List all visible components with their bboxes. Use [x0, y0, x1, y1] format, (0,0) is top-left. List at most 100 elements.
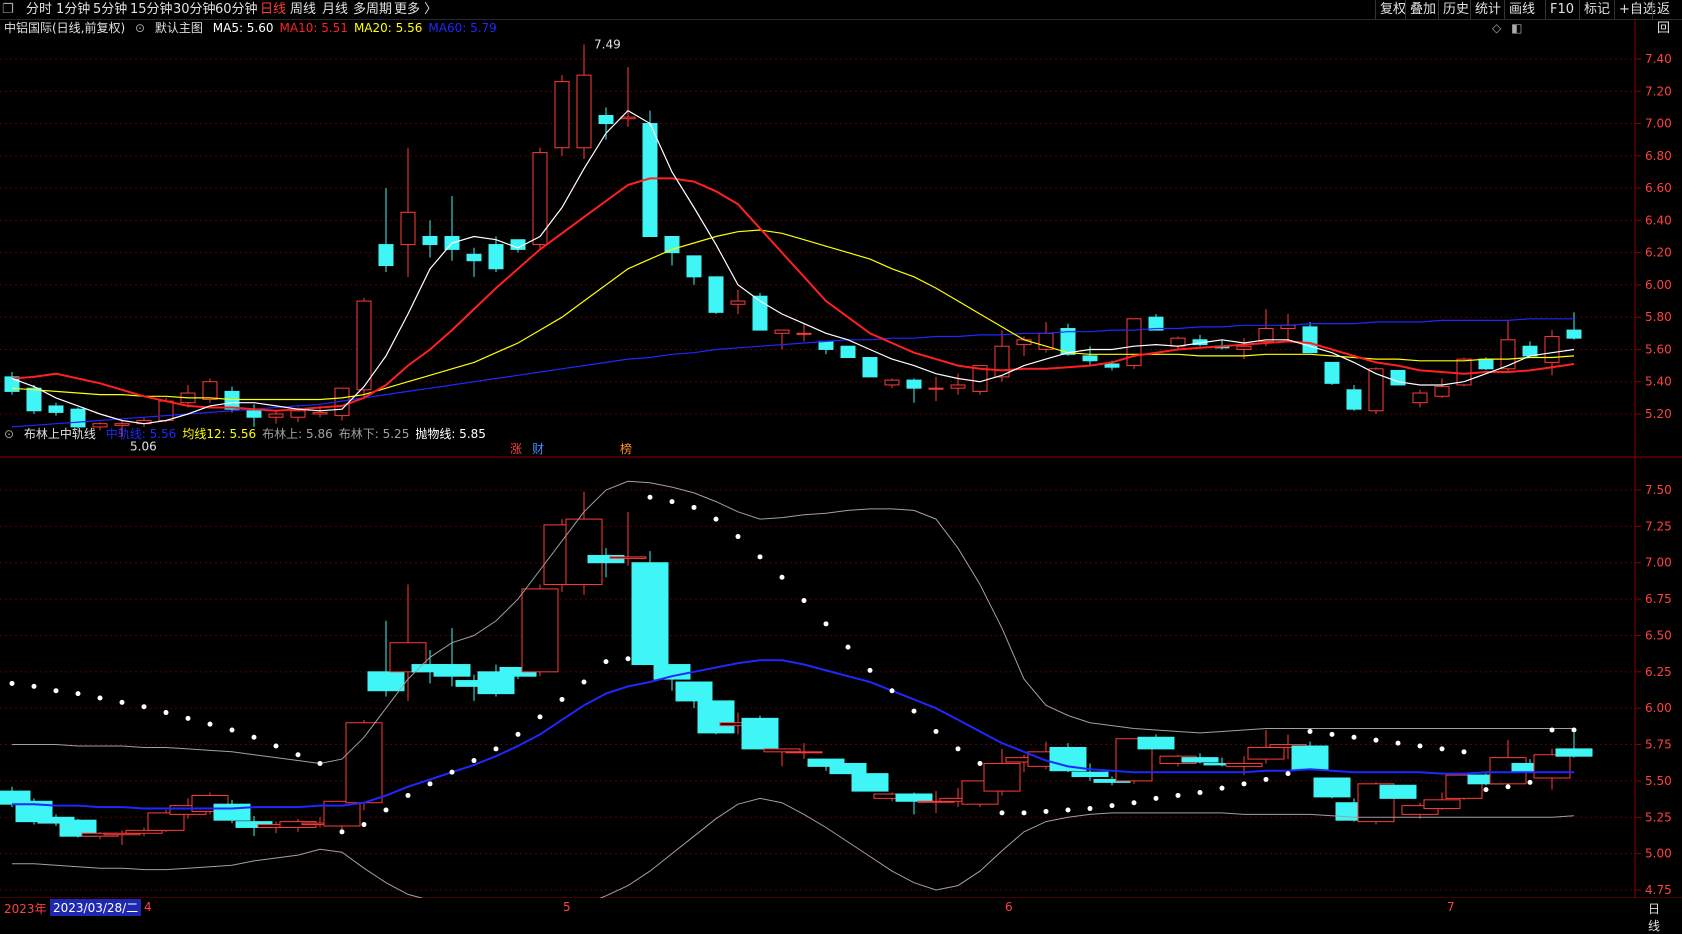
sar-dot [691, 504, 697, 510]
sar-dot [1043, 808, 1049, 814]
candle-body [906, 379, 922, 389]
sar-dot [53, 688, 59, 694]
candle-body [378, 244, 394, 267]
sar-dot [339, 829, 345, 835]
sar-dot [1219, 785, 1225, 791]
sar-dot [955, 746, 961, 752]
sar-dot [97, 695, 103, 701]
sar-dot [1263, 776, 1269, 782]
candle-body [1082, 355, 1098, 362]
high-price-marker: 7.49 [594, 37, 621, 51]
sar-dot [713, 516, 719, 522]
year-label: 2023年 [4, 902, 47, 916]
month-label: 4 [144, 900, 152, 914]
sar-dot [801, 598, 807, 604]
price-tick-label: 6.00 [1645, 701, 1672, 715]
sar-dot [1065, 807, 1071, 813]
price-tick-label: 7.25 [1645, 519, 1672, 533]
price-tick-label: 7.00 [1645, 556, 1672, 570]
candle-body [48, 405, 64, 413]
sar-dot [867, 667, 873, 673]
price-tick-label: 5.40 [1645, 375, 1672, 389]
candle-body [1247, 746, 1285, 760]
price-tick-label: 5.50 [1645, 774, 1672, 788]
candle-body [1346, 389, 1362, 410]
price-tick-label: 5.60 [1645, 342, 1672, 356]
month-label: 5 [563, 900, 571, 914]
candle-body [1126, 318, 1142, 367]
sar-dot [1571, 727, 1577, 733]
sar-dot [229, 727, 235, 733]
sub-chart-layer [0, 480, 1593, 898]
candle-body [356, 300, 372, 391]
sar-dot [845, 644, 851, 650]
sar-dot [185, 715, 191, 721]
main-chart-layer: 7.49 5.06 涨财 榜 [4, 37, 1582, 456]
candle-body [1016, 339, 1032, 346]
sar-dot [31, 683, 37, 689]
candle-body [895, 793, 933, 802]
price-tick-label: 5.75 [1645, 738, 1672, 752]
candle-body [1302, 326, 1318, 354]
candle-body [488, 244, 504, 270]
month-label: 7 [1447, 900, 1455, 914]
sar-dot [1483, 787, 1489, 793]
candle-body [433, 664, 471, 677]
sar-dot [911, 708, 917, 714]
kline-chart[interactable]: 7.49 5.06 涨财 榜 7.40 7.20 7.00 6.80 6.60 6.40 6.20… [0, 0, 1682, 898]
candle-body [851, 773, 889, 792]
price-tick-label: 6.60 [1645, 181, 1672, 195]
candle-body [994, 345, 1010, 378]
sar-dot [207, 721, 213, 727]
sar-dot [823, 621, 829, 627]
sar-dot [669, 499, 675, 505]
candle-body [708, 276, 724, 313]
sar-dot [735, 534, 741, 540]
sar-dot [383, 807, 389, 813]
candle-body [983, 762, 1021, 792]
candle-body [1236, 345, 1252, 350]
sar-dot [999, 810, 1005, 816]
sar-dot [493, 746, 499, 752]
sar-dot [471, 758, 477, 764]
candle-body [686, 255, 702, 278]
ma20-line [11, 229, 1575, 401]
cursor-date-label: 2023/03/28/二 [50, 899, 142, 916]
sar-dot [317, 760, 323, 766]
candle-body [1291, 745, 1329, 770]
candle-body [1225, 762, 1263, 767]
candle-body [576, 74, 592, 149]
sar-dot [933, 728, 939, 734]
candle-body [1434, 386, 1450, 397]
sar-dot [1395, 740, 1401, 746]
price-tick-label: 4.75 [1645, 883, 1672, 897]
candle-body [114, 423, 130, 426]
price-tick-label: 7.00 [1645, 117, 1672, 131]
candle-body [697, 700, 735, 734]
sar-dot [1153, 795, 1159, 801]
sar-dot [1373, 737, 1379, 743]
price-tick-label: 6.40 [1645, 213, 1672, 227]
sar-dot [537, 714, 543, 720]
candle-body [1379, 784, 1417, 799]
low-price-marker: 5.06 [130, 440, 157, 454]
candle-body [609, 556, 647, 559]
price-tick-label: 6.20 [1645, 246, 1672, 260]
candle-body [664, 236, 680, 254]
candle-body [1181, 757, 1219, 763]
period-label[interactable]: 日线 [1648, 900, 1660, 934]
candle-body [1423, 799, 1461, 810]
candle-body [290, 410, 306, 418]
candle-body [466, 253, 482, 262]
candle-body [70, 408, 86, 428]
candle-body [774, 329, 790, 334]
candle-body [158, 400, 174, 421]
price-tick-label: 6.00 [1645, 278, 1672, 292]
ma5-line [11, 109, 1575, 425]
price-tick-label: 7.20 [1645, 84, 1672, 98]
sar-dot [1351, 734, 1357, 740]
sar-dot [1307, 728, 1313, 734]
candle-body [1071, 771, 1109, 778]
sar-dot [1549, 727, 1555, 733]
price-tick-label: 6.25 [1645, 665, 1672, 679]
